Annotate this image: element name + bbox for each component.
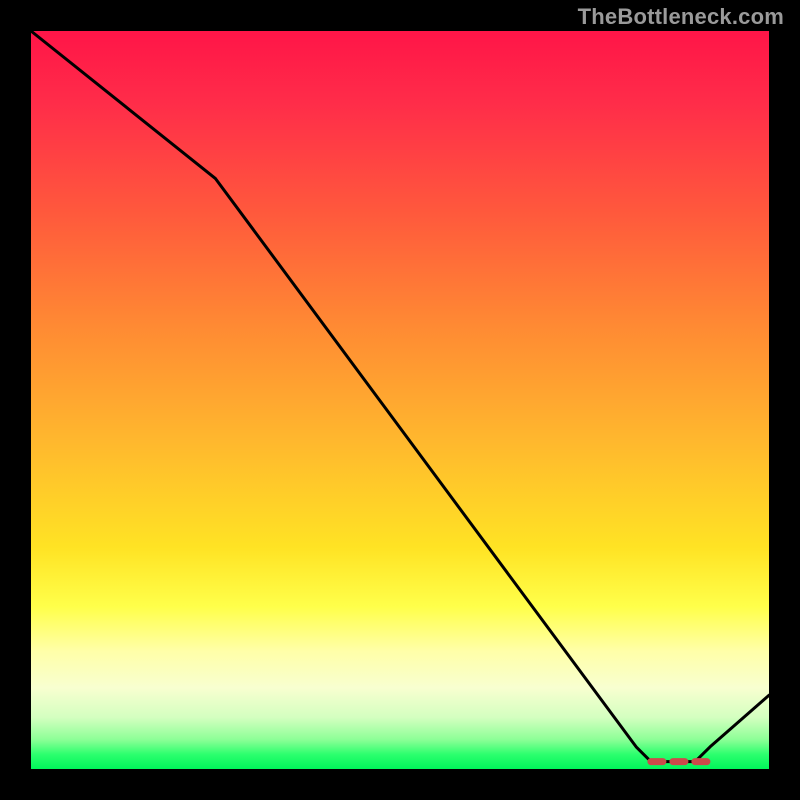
plot-area (31, 31, 769, 769)
data-curve (31, 31, 769, 762)
chart-frame: TheBottleneck.com (0, 0, 800, 800)
chart-svg (31, 31, 769, 769)
watermark-text: TheBottleneck.com (578, 4, 784, 30)
